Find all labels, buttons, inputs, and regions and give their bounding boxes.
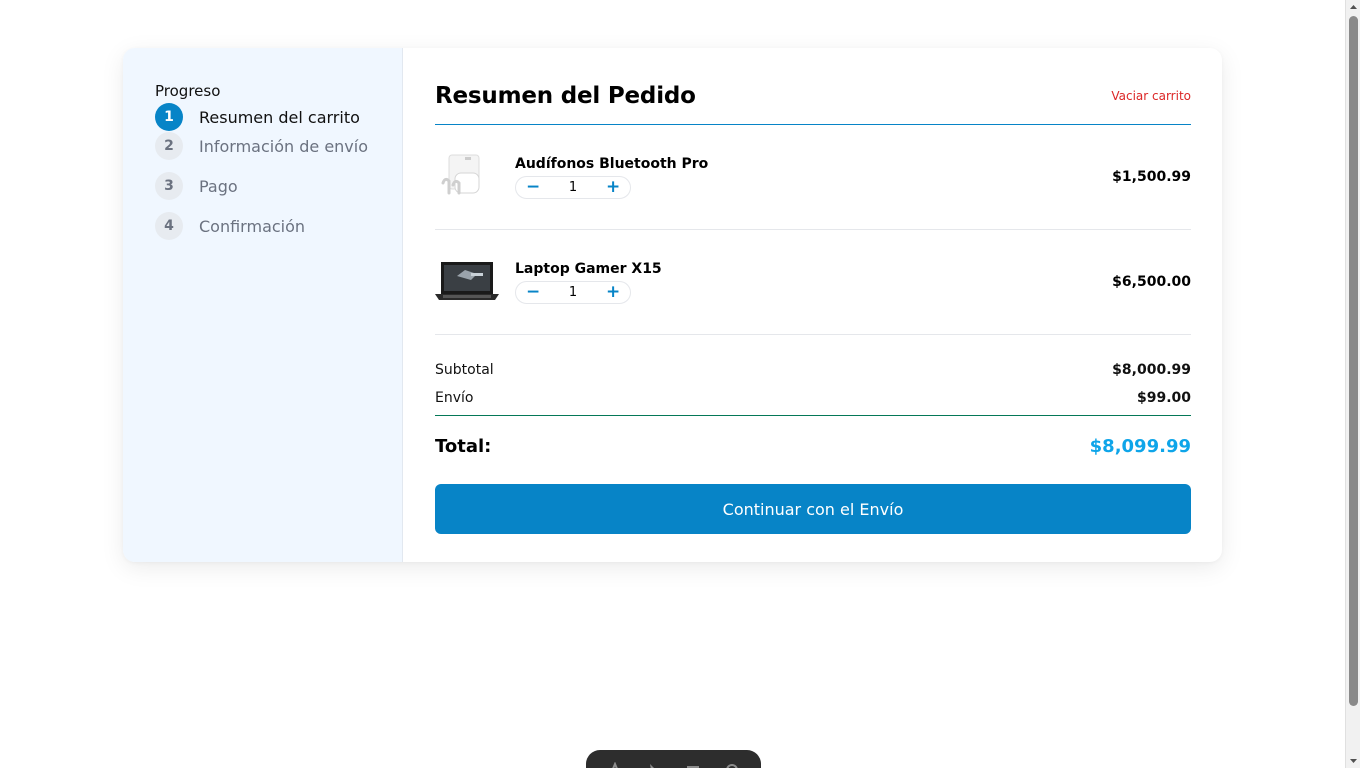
step-label: Pago xyxy=(199,176,238,196)
scrollbar-thumb[interactable] xyxy=(1349,16,1358,706)
increase-quantity-button[interactable]: + xyxy=(606,283,620,301)
item-name: Audífonos Bluetooth Pro xyxy=(515,155,709,172)
progress-sidebar: Progreso 1 Resumen del carrito 2 Informa… xyxy=(123,48,403,562)
pointer-icon[interactable] xyxy=(646,762,662,768)
earbuds-image xyxy=(435,153,499,201)
order-totals: Subtotal $8,000.99 Envío $99.00 Total: $… xyxy=(435,356,1191,476)
total-value: $8,099.99 xyxy=(1089,435,1191,457)
checkout-card: Progreso 1 Resumen del carrito 2 Informa… xyxy=(123,48,1222,562)
item-info: Audífonos Bluetooth Pro − 1 + xyxy=(515,156,1112,199)
vertical-scrollbar[interactable] xyxy=(1345,0,1360,768)
settings-icon[interactable] xyxy=(724,762,740,768)
order-summary: Resumen del Pedido Vaciar carrito Audífo… xyxy=(403,48,1222,562)
quantity-stepper: − 1 + xyxy=(515,175,631,199)
laptop-image xyxy=(435,258,499,306)
step-number: 1 xyxy=(155,103,183,131)
clear-cart-link[interactable]: Vaciar carrito xyxy=(1111,89,1191,103)
progress-title: Progreso xyxy=(155,82,221,100)
shipping-label: Envío xyxy=(435,390,474,406)
step-confirmation: 4 Confirmación xyxy=(155,200,402,252)
continue-to-shipping-button[interactable]: Continuar con el Envío xyxy=(435,484,1191,534)
subtotal-row: Subtotal $8,000.99 xyxy=(435,356,1191,384)
scroll-up-arrow-icon[interactable] xyxy=(1346,0,1360,15)
item-price: $6,500.00 xyxy=(1112,274,1191,290)
progress-steps: 1 Resumen del carrito 2 Información de e… xyxy=(155,102,402,252)
floating-toolbar xyxy=(586,750,761,768)
page-title: Resumen del Pedido xyxy=(435,83,696,109)
quantity-value: 1 xyxy=(568,179,578,195)
subtotal-value: $8,000.99 xyxy=(1112,362,1191,378)
total-row: Total: $8,099.99 xyxy=(435,416,1191,476)
quantity-stepper: − 1 + xyxy=(515,280,631,304)
item-name: Laptop Gamer X15 xyxy=(515,260,662,277)
shipping-value: $99.00 xyxy=(1136,390,1191,406)
text-icon[interactable] xyxy=(607,762,623,768)
step-label: Resumen del carrito xyxy=(199,107,360,127)
item-info: Laptop Gamer X15 − 1 + xyxy=(515,261,1112,304)
shipping-row: Envío $99.00 xyxy=(435,384,1191,412)
cart-item: Audífonos Bluetooth Pro − 1 + $1,500.99 xyxy=(435,125,1191,230)
order-header: Resumen del Pedido Vaciar carrito xyxy=(435,81,1191,111)
step-number: 3 xyxy=(155,172,183,200)
step-label: Información de envío xyxy=(199,136,368,156)
decrease-quantity-button[interactable]: − xyxy=(526,178,540,196)
quantity-value: 1 xyxy=(568,284,578,300)
step-number: 4 xyxy=(155,212,183,240)
increase-quantity-button[interactable]: + xyxy=(606,178,620,196)
subtotal-label: Subtotal xyxy=(435,362,494,378)
decrease-quantity-button[interactable]: − xyxy=(526,283,540,301)
total-label: Total: xyxy=(435,435,492,457)
scroll-down-arrow-icon[interactable] xyxy=(1346,753,1360,768)
step-number: 2 xyxy=(155,132,183,160)
cart-item: Laptop Gamer X15 − 1 + $6,500.00 xyxy=(435,230,1191,335)
list-icon[interactable] xyxy=(685,762,701,768)
step-label: Confirmación xyxy=(199,216,306,236)
item-price: $1,500.99 xyxy=(1112,169,1191,185)
